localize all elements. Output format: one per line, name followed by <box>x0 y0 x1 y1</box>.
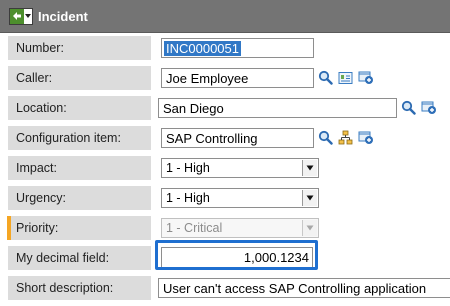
priority-label: Priority: <box>7 216 151 240</box>
reference-preview-icon[interactable] <box>420 99 437 116</box>
caller-row: Caller: Joe Employee <box>0 63 450 93</box>
location-value: San Diego <box>163 100 224 116</box>
context-menu-icon[interactable] <box>24 8 32 24</box>
number-field[interactable]: INC0000051 <box>161 38 314 58</box>
short-description-row: Short description: User can't access SAP… <box>0 273 450 303</box>
chevron-down-icon <box>302 220 317 236</box>
focus-highlight <box>155 240 318 270</box>
config-item-icons <box>317 129 374 146</box>
caller-label: Caller: <box>8 66 151 90</box>
urgency-row: Urgency: 1 - High <box>0 183 450 213</box>
short-description-field[interactable]: User can't access SAP Controlling applic… <box>158 278 450 298</box>
urgency-label: Urgency: <box>8 186 151 210</box>
config-item-row: Configuration item: SAP Controlling <box>0 123 450 153</box>
impact-label: Impact: <box>8 156 151 180</box>
caller-icons <box>317 69 374 86</box>
lookup-search-icon[interactable] <box>400 99 417 116</box>
location-icons <box>400 99 437 116</box>
short-description-label: Short description: <box>8 276 151 300</box>
form-title: Incident <box>38 8 88 24</box>
location-field[interactable]: San Diego <box>158 98 397 118</box>
number-value: INC0000051 <box>164 40 241 56</box>
location-label: Location: <box>8 96 151 120</box>
chevron-down-icon <box>302 160 317 176</box>
header-buttons <box>9 7 33 25</box>
decimal-label: My decimal field: <box>8 246 151 270</box>
dependency-map-icon[interactable] <box>337 129 354 146</box>
caller-field[interactable]: Joe Employee <box>161 68 314 88</box>
reference-preview-icon[interactable] <box>357 129 374 146</box>
priority-select: 1 - Critical <box>161 218 319 238</box>
location-row: Location: San Diego <box>0 93 450 123</box>
number-row: Number: INC0000051 <box>0 33 450 63</box>
urgency-select[interactable]: 1 - High <box>161 188 319 208</box>
config-item-field[interactable]: SAP Controlling <box>161 128 314 148</box>
short-description-value: User can't access SAP Controlling applic… <box>163 280 427 296</box>
lookup-search-icon[interactable] <box>317 129 334 146</box>
priority-value: 1 - Critical <box>166 221 223 235</box>
back-arrow-icon[interactable] <box>10 8 24 24</box>
impact-value: 1 - High <box>166 161 210 175</box>
urgency-value: 1 - High <box>166 191 210 205</box>
vcard-icon[interactable] <box>337 69 354 86</box>
mandatory-marker <box>7 216 11 240</box>
config-item-value: SAP Controlling <box>166 130 258 146</box>
lookup-search-icon[interactable] <box>317 69 334 86</box>
config-item-label: Configuration item: <box>8 126 151 150</box>
impact-select[interactable]: 1 - High <box>161 158 319 178</box>
impact-row: Impact: 1 - High <box>0 153 450 183</box>
caller-value: Joe Employee <box>166 70 249 86</box>
reference-preview-icon[interactable] <box>357 69 374 86</box>
chevron-down-icon <box>302 190 317 206</box>
priority-row: Priority: 1 - Critical <box>0 213 450 243</box>
number-label: Number: <box>8 36 151 60</box>
form-header: Incident <box>0 0 450 32</box>
